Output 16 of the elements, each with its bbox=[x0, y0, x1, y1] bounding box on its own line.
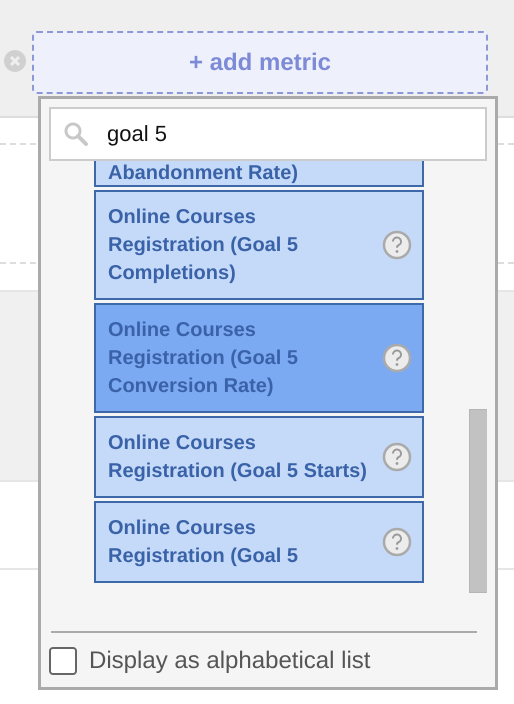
help-icon[interactable] bbox=[382, 343, 412, 373]
checkbox[interactable] bbox=[49, 647, 77, 675]
metric-item[interactable]: Online Courses Registration (Goal 5 Starts) bbox=[94, 416, 424, 498]
close-icon[interactable] bbox=[4, 50, 26, 72]
metric-item[interactable]: Abandonment Rate) bbox=[94, 161, 424, 187]
search-icon bbox=[63, 121, 89, 147]
help-icon[interactable] bbox=[382, 442, 412, 472]
add-metric-button[interactable]: + add metric bbox=[32, 31, 488, 94]
scrollbar[interactable] bbox=[469, 409, 487, 593]
search-field[interactable]: goal 5 bbox=[49, 107, 487, 161]
metric-item[interactable]: Online Courses Registration (Goal 5 Conversion Rate) bbox=[94, 303, 424, 413]
metric-item[interactable]: Online Courses Registration (Goal 5 bbox=[94, 501, 424, 583]
option-label: Display as alphabetical list bbox=[89, 646, 370, 676]
metric-item[interactable]: Online Courses Registration (Goal 5 Completions) bbox=[94, 190, 424, 300]
help-icon[interactable] bbox=[382, 527, 412, 557]
help-icon[interactable] bbox=[382, 230, 412, 260]
